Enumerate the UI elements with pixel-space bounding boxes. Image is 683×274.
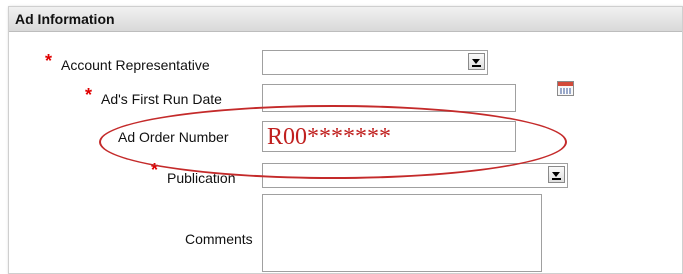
- comments-textarea[interactable]: [262, 194, 542, 272]
- publication-select[interactable]: [262, 163, 568, 188]
- calendar-icon[interactable]: [557, 81, 574, 96]
- ad-order-number-label: Ad Order Number: [118, 129, 229, 145]
- section-title: Ad Information: [15, 11, 115, 27]
- chevron-down-icon[interactable]: [468, 53, 485, 70]
- first-run-date-input[interactable]: [262, 84, 516, 112]
- ad-order-number-input[interactable]: R00*******: [262, 121, 516, 152]
- first-run-date-label: Ad's First Run Date: [101, 91, 222, 107]
- comments-label: Comments: [185, 231, 253, 247]
- ad-order-number-value: R00*******: [267, 124, 392, 150]
- account-representative-label: Account Representative: [61, 57, 210, 73]
- chevron-down-icon[interactable]: [548, 166, 565, 183]
- account-representative-select[interactable]: [262, 50, 488, 75]
- section-header: Ad Information: [9, 7, 682, 32]
- required-asterisk: *: [85, 85, 93, 105]
- required-asterisk: *: [45, 51, 53, 71]
- required-asterisk: *: [151, 160, 159, 180]
- publication-label: Publication: [167, 170, 236, 186]
